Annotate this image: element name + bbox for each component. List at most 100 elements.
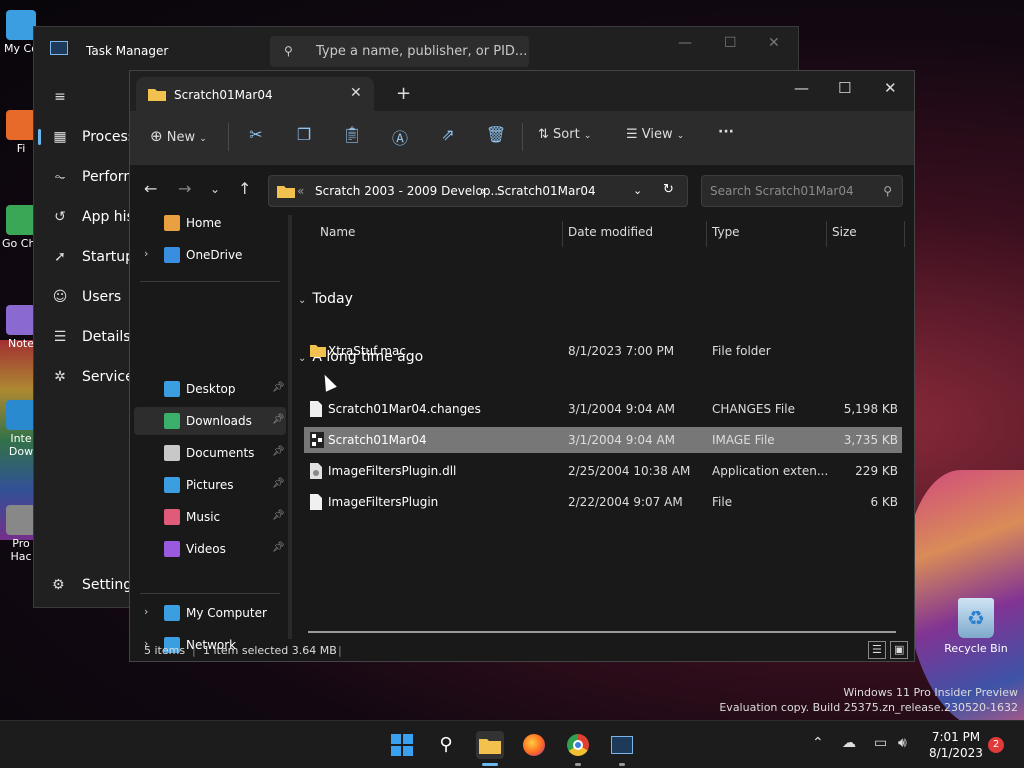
pin-icon[interactable]: 📌︎ bbox=[272, 510, 285, 521]
rename-icon[interactable]: Ⓐ bbox=[389, 125, 411, 148]
minimize-icon[interactable]: — bbox=[678, 35, 692, 51]
chrome-taskbar-button[interactable] bbox=[564, 731, 592, 759]
task-manager-nav-item[interactable]: ➚ Startup bbox=[34, 239, 134, 275]
sort-button[interactable]: ⇅ Sort ⌄ bbox=[538, 127, 591, 142]
chevron-right-icon[interactable]: › bbox=[144, 247, 148, 260]
large-icons-view-button[interactable]: ▣ bbox=[890, 641, 908, 659]
sidebar-item-downloads[interactable]: Downloads 📌︎ bbox=[134, 407, 286, 435]
tab-close-icon[interactable]: ✕ bbox=[350, 85, 362, 101]
search-taskbar-icon[interactable]: ⚲ bbox=[432, 731, 460, 759]
new-tab-icon[interactable]: + bbox=[396, 83, 411, 104]
column-separator[interactable] bbox=[706, 221, 707, 247]
cut-icon[interactable]: ✂ bbox=[245, 125, 267, 147]
more-options-button[interactable]: ··· bbox=[718, 124, 734, 140]
sidebar-item-documents[interactable]: Documents 📌︎ bbox=[134, 439, 286, 467]
pin-icon[interactable]: 📌︎ bbox=[272, 542, 285, 553]
start-button[interactable] bbox=[388, 731, 416, 759]
computer-icon bbox=[164, 605, 180, 621]
pin-icon[interactable]: 📌︎ bbox=[272, 414, 285, 425]
share-icon[interactable]: ⇗ bbox=[437, 125, 459, 147]
file-row[interactable]: ImageFiltersPlugin 2/22/2004 9:07 AM File 6… bbox=[304, 489, 902, 515]
sidebar-item-my-computer[interactable]: › My Computer bbox=[134, 599, 286, 627]
close-icon[interactable]: ✕ bbox=[768, 35, 780, 51]
maximize-icon[interactable]: ☐ bbox=[724, 35, 737, 51]
task-manager-settings[interactable]: ⚙ Settings bbox=[34, 567, 139, 603]
task-manager-nav-item[interactable]: ☺ Users bbox=[34, 279, 134, 315]
address-bar[interactable]: « Scratch 2003 - 2009 Develop... › Scrat… bbox=[268, 175, 688, 207]
sidebar-item-onedrive[interactable]: › OneDrive bbox=[134, 241, 286, 269]
windows-logo-icon bbox=[391, 734, 413, 756]
task-manager-nav-item[interactable]: ↺ App hist bbox=[34, 199, 139, 235]
view-button[interactable]: ☰ View ⌄ bbox=[626, 127, 684, 142]
sidebar-item-music[interactable]: Music 📌︎ bbox=[134, 503, 286, 531]
sidebar-item-desktop[interactable]: Desktop 📌︎ bbox=[134, 375, 286, 403]
selected-indicator bbox=[38, 129, 41, 145]
explorer-search-input[interactable]: Search Scratch01Mar04 ⚲ bbox=[701, 175, 903, 207]
column-header-type[interactable]: Type bbox=[712, 225, 740, 239]
file-row[interactable]: XtraStuf.mac 8/1/2023 7:00 PM File folder bbox=[304, 338, 902, 364]
sidebar-item-pictures[interactable]: Pictures 📌︎ bbox=[134, 471, 286, 499]
task-manager-search-input[interactable]: ⚲ Type a name, publisher, or PID... bbox=[270, 36, 529, 67]
sidebar-divider bbox=[140, 281, 280, 282]
task-manager-nav-label: Startup bbox=[82, 249, 134, 265]
sidebar-item-home[interactable]: Home bbox=[134, 209, 286, 237]
file-row[interactable]: Scratch01Mar04.changes 3/1/2004 9:04 AM CH… bbox=[304, 396, 902, 422]
column-separator[interactable] bbox=[826, 221, 827, 247]
file-row[interactable]: ImageFiltersPlugin.dll 2/25/2004 10:38 AM… bbox=[304, 458, 902, 484]
up-arrow-icon[interactable]: ↑ bbox=[238, 179, 251, 198]
address-history-chevron-icon[interactable]: ⌄ bbox=[633, 184, 642, 197]
desktop-shortcut-icon bbox=[6, 505, 36, 535]
notification-badge[interactable]: 2 bbox=[988, 737, 1004, 753]
breadcrumb-parent[interactable]: Scratch 2003 - 2009 Develop... bbox=[315, 184, 502, 198]
pin-icon[interactable]: 📌︎ bbox=[272, 382, 285, 393]
breadcrumb-overflow[interactable]: « bbox=[297, 184, 304, 198]
task-manager-nav-item[interactable]: ⏦ Perform bbox=[34, 159, 137, 195]
file-explorer-taskbar-button[interactable] bbox=[476, 731, 504, 759]
column-separator[interactable] bbox=[562, 221, 563, 247]
explorer-minimize-icon[interactable]: — bbox=[794, 79, 809, 97]
recent-locations-icon[interactable]: ⌄ bbox=[210, 182, 220, 196]
new-button[interactable]: ⊕ New ⌄ bbox=[150, 127, 207, 145]
chevron-down-icon: ⌄ bbox=[676, 131, 685, 141]
explorer-tab[interactable]: Scratch01Mar04 ✕ bbox=[136, 77, 374, 111]
forward-arrow-icon[interactable]: → bbox=[178, 179, 191, 198]
file-type: CHANGES File bbox=[712, 402, 795, 416]
network-icon[interactable]: ▭ bbox=[874, 735, 887, 751]
task-manager-taskbar-button[interactable] bbox=[608, 731, 636, 759]
task-manager-nav-item[interactable]: ✲ Services bbox=[34, 359, 141, 395]
details-view-button[interactable]: ☰ bbox=[868, 641, 886, 659]
file-explorer-window: Scratch01Mar04 ✕ + — ☐ ✕ ⊕ New ⌄ ✂ ❐ 📋︎ … bbox=[129, 70, 915, 662]
explorer-close-icon[interactable]: ✕ bbox=[884, 79, 897, 97]
column-header-size[interactable]: Size bbox=[832, 225, 857, 239]
group-header[interactable]: ⌄ Today bbox=[298, 291, 353, 307]
paste-icon[interactable]: 📋︎ bbox=[341, 125, 363, 147]
file-type: Application exten... bbox=[712, 464, 829, 478]
pin-icon[interactable]: 📌︎ bbox=[272, 478, 285, 489]
back-arrow-icon[interactable]: ← bbox=[144, 179, 157, 198]
copy-icon[interactable]: ❐ bbox=[293, 125, 315, 147]
horizontal-scrollbar[interactable] bbox=[308, 631, 896, 633]
pin-icon[interactable]: 📌︎ bbox=[272, 446, 285, 457]
column-header-date-modified[interactable]: Date modified bbox=[568, 225, 653, 239]
task-manager-nav-item[interactable]: ≡ bbox=[34, 79, 134, 115]
task-manager-nav-item[interactable]: ▦ Process bbox=[34, 119, 135, 155]
breadcrumb-current[interactable]: Scratch01Mar04 bbox=[497, 184, 596, 198]
explorer-maximize-icon[interactable]: ☐ bbox=[838, 79, 851, 97]
task-manager-nav-item[interactable]: ☰ Details bbox=[34, 319, 134, 355]
chevron-right-icon[interactable]: › bbox=[144, 605, 148, 618]
firefox-taskbar-button[interactable] bbox=[520, 731, 548, 759]
recycle-bin-desktop-icon[interactable]: ♻ Recycle Bin bbox=[944, 598, 1008, 655]
address-bar-row: ← → ⌄ ↑ « Scratch 2003 - 2009 Develop...… bbox=[130, 165, 914, 215]
delete-icon[interactable]: 🗑︎ bbox=[485, 125, 507, 147]
refresh-icon[interactable]: ↻ bbox=[663, 182, 674, 197]
column-separator[interactable] bbox=[904, 221, 905, 247]
image-file-icon bbox=[310, 432, 324, 448]
onedrive-offline-icon[interactable]: ☁ bbox=[842, 735, 856, 751]
column-header-name[interactable]: Name bbox=[320, 225, 355, 239]
volume-icon[interactable]: 🔊︎ bbox=[898, 735, 907, 751]
file-row[interactable]: Scratch01Mar04 3/1/2004 9:04 AM IMAGE File… bbox=[304, 427, 902, 453]
show-hidden-icons-chevron-icon[interactable]: ⌃ bbox=[812, 735, 824, 751]
clock[interactable]: 7:01 PM 8/1/2023 bbox=[924, 729, 988, 761]
sidebar-item-videos[interactable]: Videos 📌︎ bbox=[134, 535, 286, 563]
file-name: XtraStuf.mac bbox=[328, 344, 406, 358]
